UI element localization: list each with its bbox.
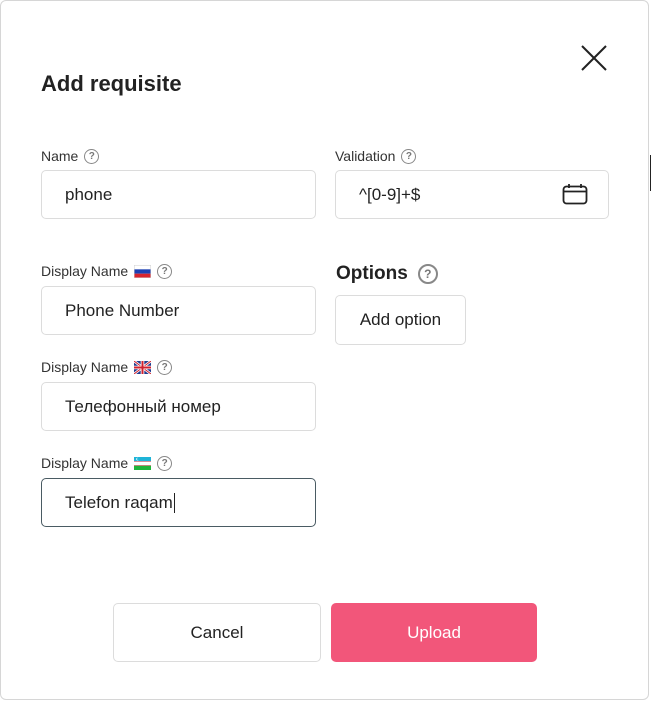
upload-label: Upload — [407, 622, 461, 642]
display-name-input[interactable]: Telefon raqam — [41, 478, 316, 527]
help-icon[interactable]: ? — [157, 263, 173, 279]
validation-label-row: Validation ? — [335, 148, 417, 164]
display-name-input[interactable]: Телефонный номер — [41, 382, 316, 431]
help-icon[interactable]: ? — [157, 455, 173, 471]
text-caret — [173, 492, 175, 513]
uzbekistan-flag-icon — [134, 456, 152, 470]
name-label-row: Name ? — [41, 148, 100, 164]
add-option-button[interactable]: Add option — [335, 295, 466, 345]
validation-input[interactable]: ^[0-9]+$ — [335, 170, 609, 219]
display-name-label: Display Name — [41, 359, 129, 375]
display-name-input[interactable]: Phone Number — [41, 286, 316, 335]
display-name-input-value: Телефонный номер — [65, 396, 221, 416]
upload-button[interactable]: Upload — [331, 603, 537, 662]
display-name-label-row: Display Name ? — [41, 263, 173, 279]
name-label: Name — [41, 148, 79, 164]
display-name-label-row: Display Name ? — [41, 455, 173, 471]
calendar-icon[interactable] — [562, 183, 588, 205]
dialog-title: Add requisite — [41, 71, 182, 96]
options-title: Options — [336, 263, 408, 284]
validation-input-value: ^[0-9]+$ — [359, 184, 421, 204]
display-name-label: Display Name — [41, 263, 129, 279]
russia-flag-icon — [134, 264, 152, 278]
display-name-input-value: Telefon raqam — [65, 492, 173, 512]
help-icon[interactable]: ? — [84, 148, 100, 164]
help-icon[interactable]: ? — [417, 264, 438, 284]
display-name-input-value: Phone Number — [65, 300, 180, 320]
add-requisite-dialog: Add requisite Name ? phone Validation ? … — [0, 0, 649, 700]
help-icon[interactable]: ? — [401, 148, 417, 164]
options-title-row: Options ? — [336, 263, 438, 285]
display-name-label-row: Display Name ? — [41, 359, 173, 375]
name-input[interactable]: phone — [41, 170, 316, 219]
display-name-label: Display Name — [41, 455, 129, 471]
add-option-label: Add option — [359, 310, 442, 329]
cancel-label: Cancel — [190, 622, 244, 642]
cancel-button[interactable]: Cancel — [113, 603, 321, 662]
help-icon[interactable]: ? — [157, 359, 173, 375]
validation-label: Validation — [335, 148, 396, 164]
close-icon[interactable] — [575, 39, 613, 77]
uk-flag-icon — [133, 359, 152, 375]
name-input-value: phone — [65, 184, 113, 204]
